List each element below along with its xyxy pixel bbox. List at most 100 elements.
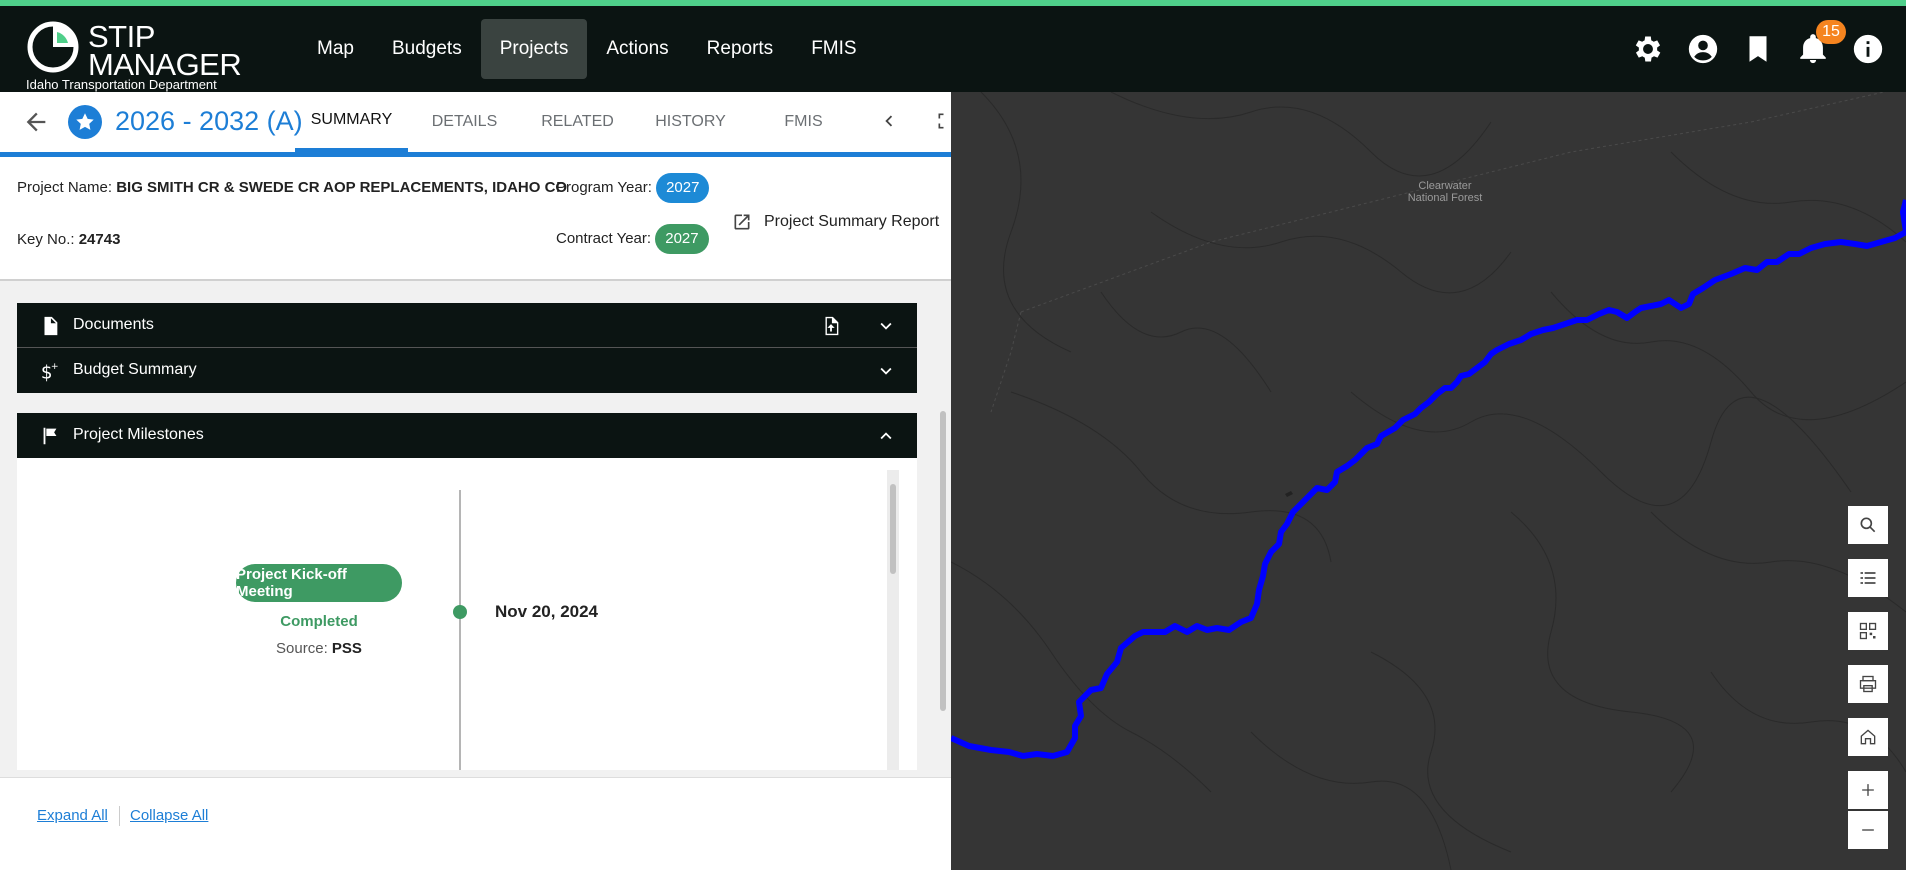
- bookmark-icon: [1749, 36, 1767, 62]
- milestones-panel: Project Kick-off Meeting Completed Sourc…: [17, 458, 917, 770]
- key-no-row: Key No.: 24743: [17, 231, 120, 248]
- milestone-status: Completed: [280, 613, 358, 630]
- project-name-value: BIG SMITH CR & SWEDE CR AOP REPLACEMENTS…: [116, 179, 568, 196]
- settings-button[interactable]: [1631, 32, 1667, 68]
- project-name-row: Project Name: BIG SMITH CR & SWEDE CR AO…: [17, 179, 567, 196]
- nav-reports[interactable]: Reports: [688, 19, 793, 79]
- tab-related[interactable]: RELATED: [521, 92, 634, 152]
- panel-footer: [0, 777, 951, 872]
- account-icon: [1688, 34, 1718, 64]
- project-summary-report-label: Project Summary Report: [764, 213, 940, 230]
- project-panel: 2026 - 2032 (A) SUMMARY DETAILS RELATED …: [0, 92, 951, 872]
- bookmarks-button[interactable]: [1741, 32, 1777, 68]
- open-in-new-icon: [734, 214, 750, 230]
- map-view[interactable]: Clearwater National Forest: [951, 92, 1906, 870]
- project-route-line: [951, 229, 1906, 759]
- map-print-button[interactable]: [1848, 665, 1888, 703]
- nav-projects[interactable]: Projects: [480, 19, 588, 79]
- logo-mark-icon: [27, 21, 79, 73]
- notifications-button[interactable]: 15: [1796, 20, 1846, 68]
- tab-summary[interactable]: SUMMARY: [295, 92, 408, 152]
- contract-year-row: Contract Year: 2027: [556, 224, 709, 254]
- info-button[interactable]: [1851, 32, 1887, 68]
- project-info: Project Name: BIG SMITH CR & SWEDE CR AO…: [0, 157, 951, 281]
- legend-icon: [1860, 572, 1876, 584]
- tab-details[interactable]: DETAILS: [408, 92, 521, 152]
- milestone-date: Nov 20, 2024: [495, 602, 599, 621]
- documents-accordion[interactable]: Documents: [17, 303, 917, 348]
- key-no-value: 24743: [78, 231, 121, 248]
- collapse-all-link[interactable]: Collapse All: [130, 807, 208, 824]
- key-no-label: Key No.:: [17, 231, 75, 248]
- chevron-up-icon: [880, 432, 892, 440]
- upload-file-icon[interactable]: [820, 314, 842, 338]
- flag-icon: [43, 427, 57, 445]
- print-icon: [1859, 675, 1877, 693]
- budget-summary-label: Budget Summary: [73, 361, 197, 378]
- contract-year-badge: 2027: [655, 224, 709, 254]
- project-tabs: SUMMARY DETAILS RELATED HISTORY FMIS: [295, 92, 860, 152]
- program-year-row: Program Year: 2027: [556, 173, 710, 203]
- nav-budgets[interactable]: Budgets: [373, 19, 481, 79]
- footer-divider: [119, 806, 120, 826]
- logo-title-line2: MANAGER: [88, 47, 242, 82]
- tab-fmis[interactable]: FMIS: [747, 92, 860, 152]
- milestones-scrollbar-thumb[interactable]: [890, 484, 896, 574]
- milestones-scrollbar[interactable]: [887, 470, 899, 770]
- svg-text:+: +: [51, 361, 59, 372]
- chevron-down-icon: [880, 367, 892, 375]
- program-title: 2026 - 2032 (A): [115, 106, 303, 136]
- search-icon: [1860, 517, 1876, 533]
- milestone-source-value: PSS: [331, 640, 362, 657]
- contract-year-label: Contract Year:: [556, 229, 652, 247]
- map-zoom-out-button[interactable]: [1848, 811, 1888, 849]
- map-qr-button[interactable]: [1848, 612, 1888, 650]
- map-legend-button[interactable]: [1848, 559, 1888, 597]
- milestone-source-label: Source:: [276, 640, 328, 657]
- nav-fmis[interactable]: FMIS: [792, 19, 875, 79]
- timeline-line: [459, 490, 461, 770]
- program-year-label: Program Year:: [556, 178, 652, 196]
- project-name-label: Project Name:: [17, 179, 113, 196]
- star-icon: [76, 113, 94, 130]
- program-year-badge: 2027: [656, 173, 710, 203]
- map-search-button[interactable]: [1848, 506, 1888, 544]
- nav-map[interactable]: Map: [298, 19, 373, 79]
- map-label-clearwater: Clearwater National Forest: [1407, 180, 1483, 204]
- basemap: [951, 92, 1906, 870]
- chevron-left-icon[interactable]: [878, 110, 900, 132]
- zoom-in-icon: [1862, 784, 1874, 796]
- info-icon: [1853, 34, 1883, 64]
- milestone-title: Project Kick-off Meeting: [236, 564, 402, 602]
- chevron-down-icon: [880, 322, 892, 330]
- header-actions: 15: [1631, 20, 1906, 68]
- documents-label: Documents: [73, 316, 154, 333]
- zoom-out-icon: [1862, 829, 1874, 831]
- project-milestones-accordion[interactable]: Project Milestones: [17, 413, 917, 458]
- app-header: STIP MANAGER Idaho Transportation Depart…: [0, 0, 1906, 92]
- map-zoom-in-button[interactable]: [1848, 771, 1888, 809]
- favorite-button[interactable]: [68, 105, 102, 139]
- logo-subtitle: Idaho Transportation Department: [26, 77, 217, 92]
- tab-history[interactable]: HISTORY: [634, 92, 747, 152]
- back-arrow-icon[interactable]: [22, 108, 50, 136]
- map-home-button[interactable]: [1848, 718, 1888, 756]
- account-button[interactable]: [1686, 32, 1722, 68]
- home-icon: [1860, 729, 1876, 745]
- project-summary-report-link[interactable]: Project Summary Report: [732, 212, 939, 232]
- qr-icon: [1859, 622, 1877, 640]
- gear-icon: [1635, 36, 1661, 62]
- notification-count-badge: 15: [1816, 20, 1846, 44]
- project-milestones-label: Project Milestones: [73, 426, 204, 443]
- panel-scrollbar-thumb[interactable]: [940, 411, 946, 711]
- expand-all-link[interactable]: Expand All: [37, 807, 108, 824]
- timeline-dot: [453, 605, 467, 619]
- dollar-plus-icon: $+: [41, 361, 59, 383]
- document-icon: [44, 316, 58, 336]
- stip-manager-logo[interactable]: STIP MANAGER Idaho Transportation Depart…: [26, 14, 256, 92]
- budget-summary-accordion[interactable]: $ + Budget Summary: [17, 348, 917, 393]
- nav-actions[interactable]: Actions: [587, 19, 687, 79]
- project-header: 2026 - 2032 (A) SUMMARY DETAILS RELATED …: [0, 92, 951, 152]
- milestone-source: Source: PSS: [236, 640, 402, 657]
- main-nav: Map Budgets Projects Actions Reports FMI…: [298, 19, 876, 79]
